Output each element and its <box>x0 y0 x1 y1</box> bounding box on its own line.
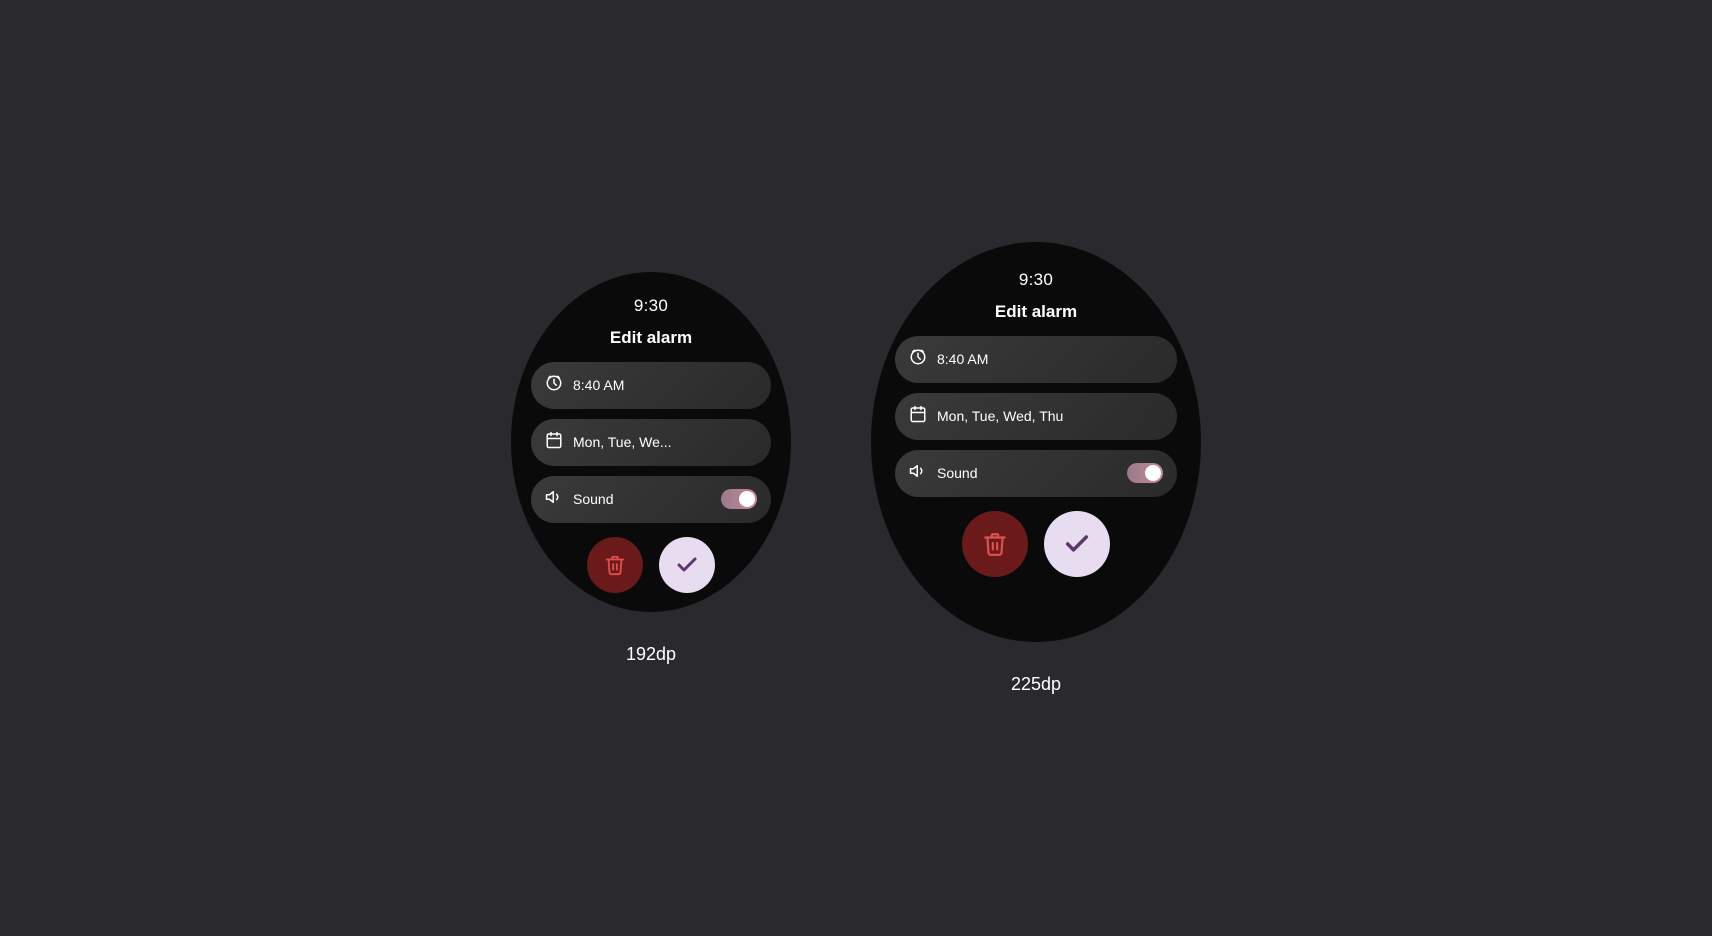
watch-225-container: 9:30 Edit alarm 8:40 AM <box>871 242 1201 695</box>
toggle-knob-225 <box>1145 465 1161 481</box>
calendar-icon-192 <box>545 431 563 454</box>
checkmark-icon-192 <box>675 553 699 577</box>
watch-title-192: Edit alarm <box>610 328 692 348</box>
schedule-text-225: Mon, Tue, Wed, Thu <box>937 408 1163 424</box>
watch-face-192: 9:30 Edit alarm 8:40 AM <box>511 272 791 612</box>
schedule-text-192: Mon, Tue, We... <box>573 434 757 450</box>
sound-toggle-225[interactable] <box>1127 463 1163 483</box>
sound-row-192[interactable]: Sound <box>531 476 771 523</box>
trash-icon-225 <box>982 531 1008 557</box>
watch-time-225: 9:30 <box>1019 270 1053 290</box>
clock-icon-192 <box>545 374 563 397</box>
watch-label-192: 192dp <box>626 644 676 665</box>
sound-toggle-container-192[interactable] <box>721 489 757 509</box>
action-buttons-225 <box>962 511 1110 577</box>
sound-toggle-192[interactable] <box>721 489 757 509</box>
trash-icon-192 <box>604 554 626 576</box>
schedule-row-192[interactable]: Mon, Tue, We... <box>531 419 771 466</box>
toggle-knob-192 <box>739 491 755 507</box>
watch-time-192: 9:30 <box>634 296 668 316</box>
alarm-time-text-225: 8:40 AM <box>937 351 1163 367</box>
delete-button-192[interactable] <box>587 537 643 593</box>
schedule-row-225[interactable]: Mon, Tue, Wed, Thu <box>895 393 1177 440</box>
action-buttons-192 <box>587 537 715 593</box>
calendar-icon-225 <box>909 405 927 428</box>
sound-label-192: Sound <box>573 491 711 507</box>
sound-toggle-container-225[interactable] <box>1127 463 1163 483</box>
sound-label-225: Sound <box>937 465 1117 481</box>
confirm-button-225[interactable] <box>1044 511 1110 577</box>
confirm-button-192[interactable] <box>659 537 715 593</box>
delete-button-225[interactable] <box>962 511 1028 577</box>
sound-row-225[interactable]: Sound <box>895 450 1177 497</box>
checkmark-icon-225 <box>1063 530 1091 558</box>
watch-title-225: Edit alarm <box>995 302 1077 322</box>
watch-192-container: 9:30 Edit alarm 8:40 AM <box>511 272 791 665</box>
watch-face-225: 9:30 Edit alarm 8:40 AM <box>871 242 1201 642</box>
sound-icon-225 <box>909 462 927 485</box>
watch-label-225: 225dp <box>1011 674 1061 695</box>
alarm-time-row-192[interactable]: 8:40 AM <box>531 362 771 409</box>
clock-icon-225 <box>909 348 927 371</box>
sound-icon-192 <box>545 488 563 511</box>
alarm-time-text-192: 8:40 AM <box>573 377 757 393</box>
alarm-time-row-225[interactable]: 8:40 AM <box>895 336 1177 383</box>
